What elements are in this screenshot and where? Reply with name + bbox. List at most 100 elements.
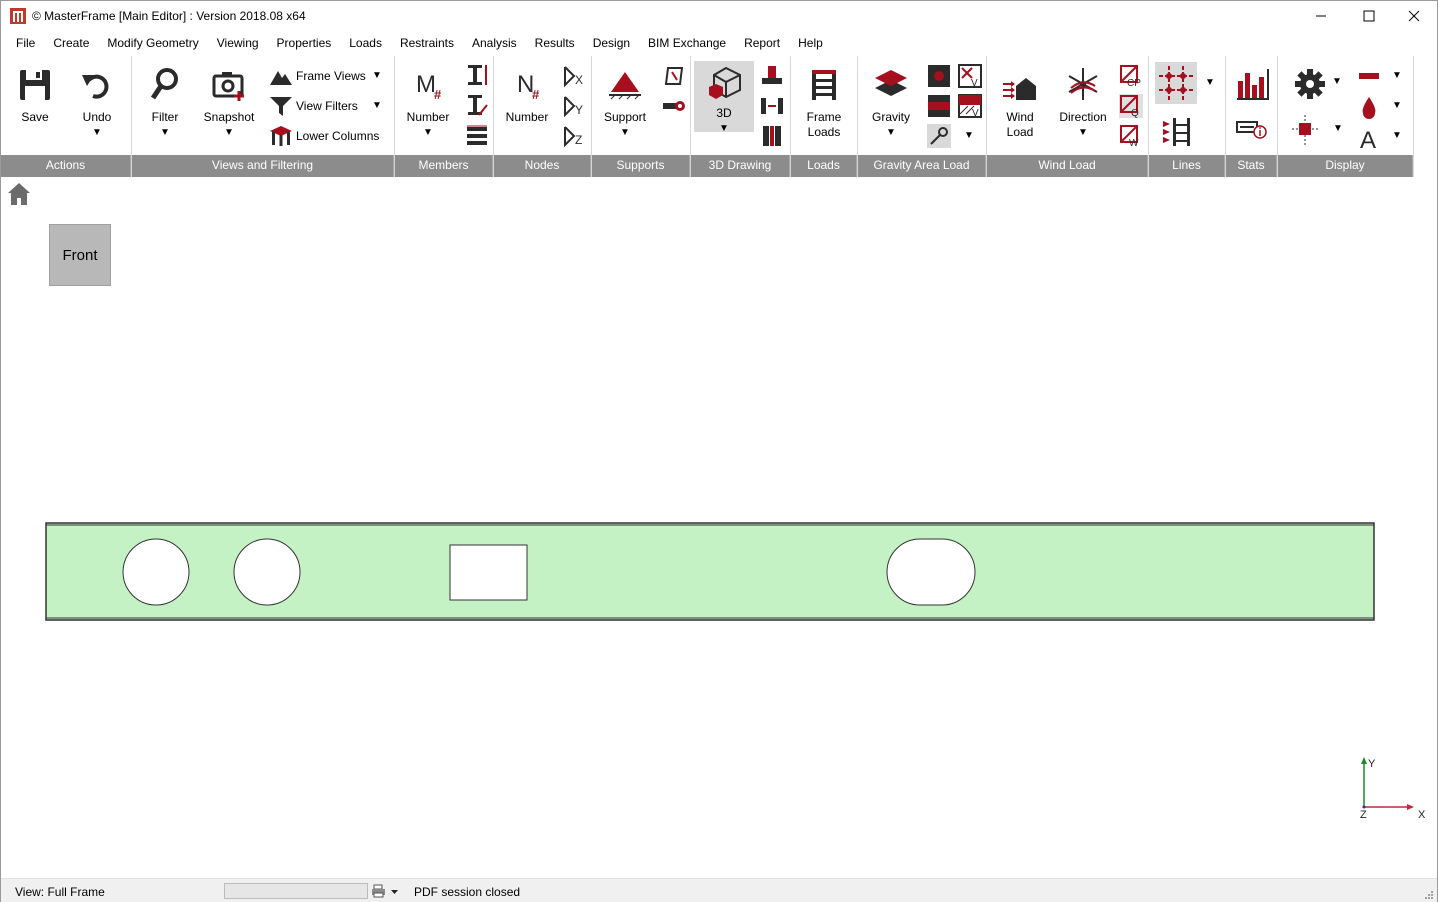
menu-bim-exchange[interactable]: BIM Exchange — [639, 33, 735, 55]
close-button[interactable] — [1391, 1, 1437, 31]
grid-lines-icon[interactable] — [1155, 62, 1197, 104]
floppy-disk-icon — [20, 70, 50, 100]
circular-opening-1[interactable] — [122, 538, 190, 606]
undo-dropdown-icon[interactable]: ▼ — [67, 127, 127, 139]
wind-load-button[interactable]: Wind Load — [990, 66, 1050, 140]
undo-button[interactable]: Undo ▼ — [67, 66, 127, 139]
group-actions: Save Undo ▼ Actions — [1, 56, 132, 177]
wind-q-icon[interactable]: Q — [1119, 94, 1143, 118]
support-button[interactable]: Support ▼ — [595, 66, 655, 139]
menu-create[interactable]: Create — [44, 33, 98, 55]
level-lines-icon[interactable] — [1161, 116, 1193, 148]
wind-house-icon — [1003, 78, 1036, 100]
line-thickness-dropdown-icon[interactable]: ▼ — [1392, 70, 1402, 81]
snapshot-button[interactable]: Snapshot ▼ — [199, 66, 259, 139]
close-icon — [1408, 10, 1420, 22]
node-kz-icon[interactable]: Z — [562, 124, 586, 148]
frame-loads-icon — [812, 70, 836, 100]
mountain-views-icon — [270, 71, 292, 85]
gravity-button[interactable]: Gravity ▼ — [861, 66, 921, 139]
menu-restraints[interactable]: Restraints — [391, 33, 463, 55]
gravity-dropdown-icon[interactable]: ▼ — [861, 127, 921, 139]
direction-button[interactable]: Direction ▼ — [1053, 66, 1113, 139]
node-ky-icon[interactable]: Y — [562, 94, 586, 118]
lower-columns-button[interactable]: Lower Columns — [270, 125, 379, 147]
view-filters-dropdown-icon[interactable]: ▼ — [372, 100, 382, 111]
area-load-v-glyph: V — [971, 78, 978, 88]
view-filters-button[interactable]: View Filters — [270, 95, 358, 117]
settings-dropdown-icon[interactable]: ▼ — [1332, 76, 1342, 87]
line-thickness-icon[interactable] — [1358, 70, 1380, 82]
circular-opening-2[interactable] — [233, 538, 301, 606]
text-size-icon[interactable]: A — [1358, 126, 1382, 150]
member-m-glyph: M — [416, 71, 436, 98]
member-section-icon[interactable] — [465, 63, 489, 87]
minimize-button[interactable] — [1298, 1, 1344, 31]
gear-icon[interactable] — [1294, 68, 1326, 100]
node-number-button[interactable]: N # Number — [497, 66, 557, 125]
menu-help[interactable]: Help — [789, 33, 832, 55]
front-view-button[interactable]: Front — [49, 224, 111, 286]
menu-analysis[interactable]: Analysis — [463, 33, 526, 55]
area-load-dropdown-icon[interactable]: ▼ — [964, 130, 974, 141]
filter-dropdown-icon[interactable]: ▼ — [135, 127, 195, 139]
beam-gap-icon[interactable] — [760, 94, 784, 118]
member-number-button[interactable]: M # Number ▼ — [398, 66, 458, 139]
frame-views-button[interactable]: Frame Views — [270, 65, 366, 87]
save-button[interactable]: Save — [5, 66, 65, 125]
progress-bar — [224, 883, 368, 899]
group-label-actions: Actions — [1, 155, 131, 177]
masterframe-logo-icon — [10, 8, 26, 24]
wind-cp-icon[interactable]: CP — [1119, 64, 1143, 88]
support-dropdown-icon[interactable]: ▼ — [595, 127, 655, 139]
wind-w-icon[interactable]: W — [1119, 124, 1143, 148]
drawing-3d-dropdown-icon[interactable]: ▼ — [694, 123, 754, 135]
area-load-key-icon[interactable] — [927, 124, 951, 148]
group-views-filtering: Filter ▼ Snapshot ▼ Frame Views ▼ View F… — [132, 56, 395, 177]
node-size-icon[interactable] — [1292, 115, 1318, 145]
member-stack-icon[interactable] — [465, 123, 489, 147]
drawing-canvas[interactable]: Front Y X Z — [1, 177, 1437, 877]
column-stub-icon[interactable] — [760, 64, 784, 88]
info-panel-icon[interactable] — [1236, 120, 1268, 140]
bar-chart-icon[interactable] — [1236, 67, 1270, 101]
frame-views-dropdown-icon[interactable]: ▼ — [372, 70, 382, 81]
area-load-circle-icon[interactable] — [927, 64, 951, 88]
color-drop-icon[interactable] — [1360, 95, 1378, 119]
area-load-band-icon[interactable] — [927, 94, 951, 118]
member-rotate-icon[interactable] — [465, 93, 489, 117]
menu-results[interactable]: Results — [526, 33, 584, 55]
area-load-hatch-icon[interactable]: V — [958, 94, 982, 118]
support-settlement-icon[interactable] — [662, 64, 686, 88]
slot-opening[interactable] — [886, 538, 976, 606]
area-load-v-icon[interactable]: V — [958, 64, 982, 88]
menu-modify-geometry[interactable]: Modify Geometry — [98, 33, 207, 55]
group-label-nodes: Nodes — [494, 155, 591, 177]
printer-icon[interactable] — [371, 884, 401, 898]
snapshot-dropdown-icon[interactable]: ▼ — [199, 127, 259, 139]
menu-loads[interactable]: Loads — [340, 33, 391, 55]
frame-loads-button[interactable]: Frame Loads — [794, 66, 854, 140]
text-size-dropdown-icon[interactable]: ▼ — [1392, 130, 1402, 141]
grid-lines-dropdown-icon[interactable]: ▼ — [1205, 77, 1215, 88]
menu-design[interactable]: Design — [584, 33, 639, 55]
home-icon[interactable] — [6, 181, 32, 207]
color-dropdown-icon[interactable]: ▼ — [1392, 100, 1402, 111]
filter-button[interactable]: Filter ▼ — [135, 66, 195, 139]
menu-report[interactable]: Report — [735, 33, 789, 55]
drawing-3d-button[interactable]: 3D ▼ — [694, 61, 754, 135]
frame-elevation[interactable] — [41, 517, 1381, 627]
maximize-button[interactable] — [1346, 1, 1392, 31]
group-supports: Support ▼ Supports — [592, 56, 691, 177]
column-split-icon[interactable] — [760, 124, 784, 148]
member-number-dropdown-icon[interactable]: ▼ — [398, 127, 458, 139]
rectangular-opening[interactable] — [449, 544, 528, 601]
node-kx-icon[interactable]: X — [562, 64, 586, 88]
menu-properties[interactable]: Properties — [268, 33, 341, 55]
node-size-dropdown-icon[interactable]: ▼ — [1333, 123, 1343, 134]
menu-file[interactable]: File — [1, 33, 44, 55]
resize-grip-icon[interactable] — [1423, 889, 1433, 899]
support-spring-icon[interactable] — [662, 94, 686, 118]
direction-dropdown-icon[interactable]: ▼ — [1053, 127, 1113, 139]
menu-viewing[interactable]: Viewing — [208, 33, 268, 55]
